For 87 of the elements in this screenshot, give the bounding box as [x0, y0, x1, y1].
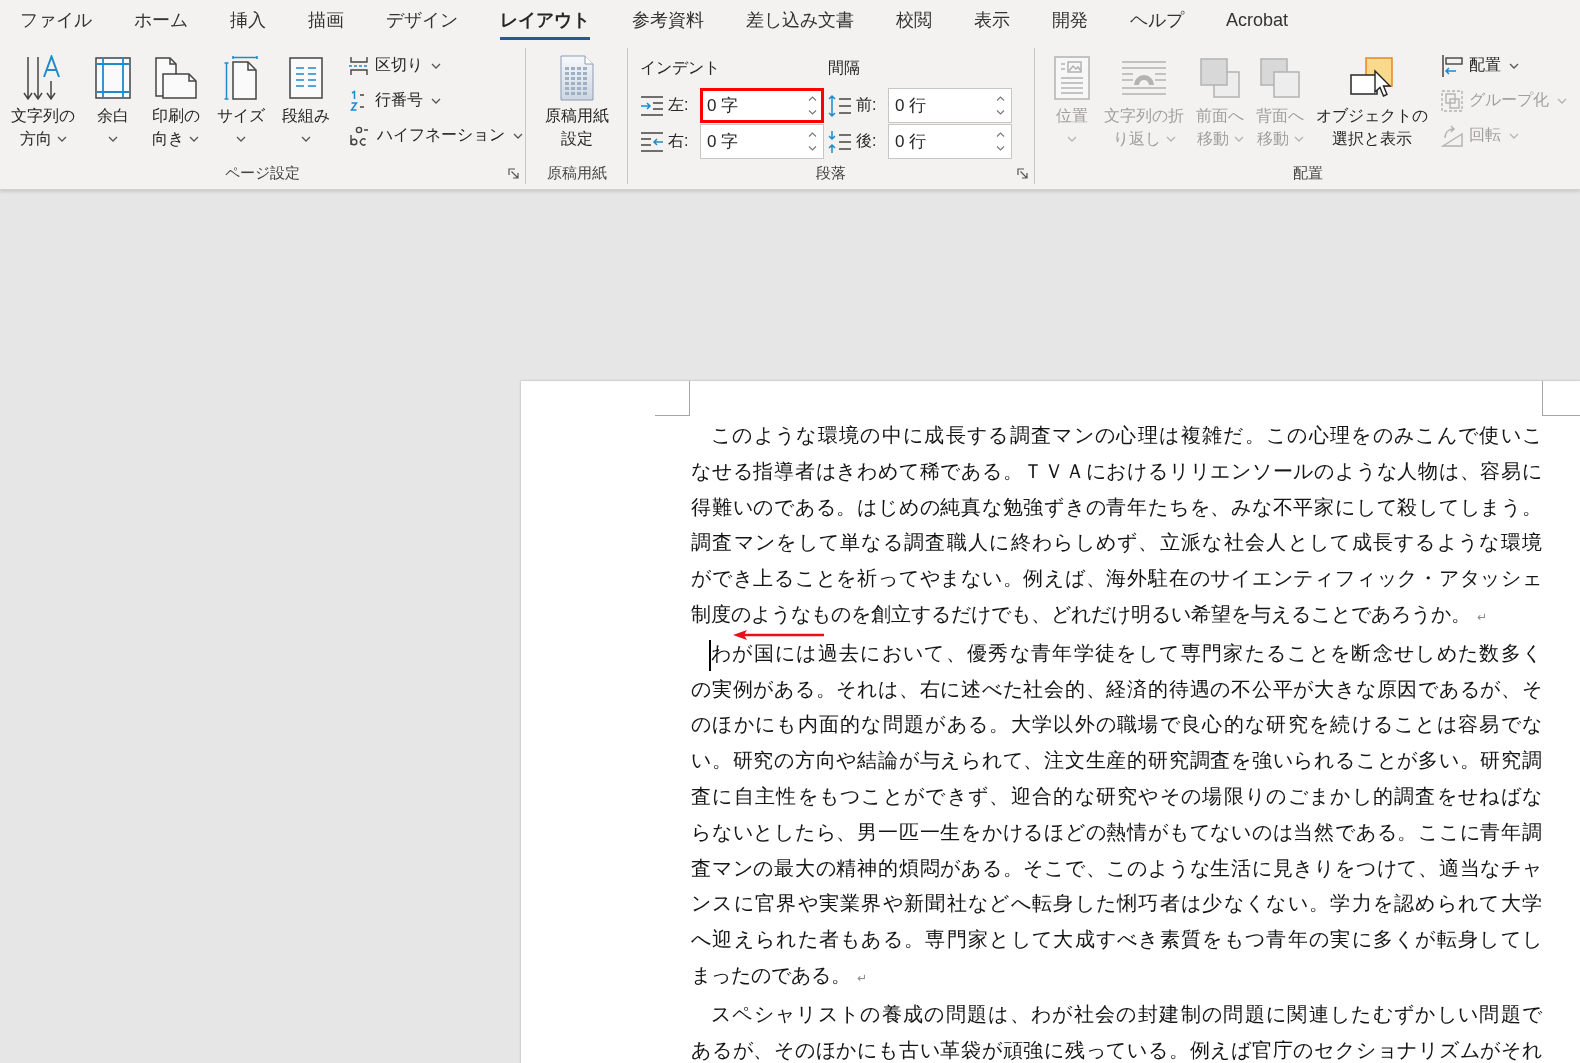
chevron-down-icon — [108, 135, 118, 142]
rotate-icon — [1441, 124, 1463, 147]
chevron-down-icon — [1509, 62, 1519, 69]
page-break-icon — [349, 55, 369, 76]
spin-up-icon[interactable] — [808, 96, 817, 101]
chevron-down-icon — [1233, 135, 1244, 142]
columns-icon — [288, 57, 323, 99]
text-wrap-icon — [1121, 60, 1167, 96]
chevron-down-icon — [431, 97, 441, 104]
ribbon-tab[interactable]: ホーム — [134, 0, 188, 40]
group-label: 原稿用紙 — [546, 163, 607, 183]
body-paragraph: わが国には過去において、優秀な青年学徒をして専門家たることを断念せしめた数多く の実例がある。それは、右に述べた社会的、経済的待遇の不公平が大きな原因であるが、そ のほかにも内面的な問題がある。大学以外の職場で良心的な研究を続けることは容易でな い。研究の方向や結論が与えられて、注文生産的研究調査を強いられることが多い。研究調 査に自主性をもつことができず、迎合的な研究やその場限りのごまかし的調査をせねばな らないとしたら、男一匹一生をかけるほどの熱情がもてないのは当然である。ここに青年調 査マンの最大の精神的煩悶がある。そこで、このような生活に見きりをつけて、適当なチャ ンスに官界や実業界や新聞社などへ転身した悧巧者は少なくない。学力を認められて大学 へ迎えられた者もある。専門家として大成すべき素質をもつ青年の実に多くが転身してし まったのである。 ↵ — [691, 639, 1542, 989]
ribbon-small-button[interactable]: ハイフネーション — [347, 118, 525, 153]
spacing-after-icon — [828, 129, 852, 154]
ribbon-tab[interactable]: 挿入 — [230, 0, 266, 40]
spin-down-icon[interactable] — [996, 146, 1005, 151]
chevron-down-icon — [513, 132, 523, 139]
ribbon-button[interactable]: オブジェクトの 選択と表示 — [1311, 48, 1433, 150]
bring-forward-icon — [1199, 57, 1241, 99]
ribbon-small-button[interactable]: 配置 — [1439, 48, 1569, 83]
field-label: 右: — [668, 131, 690, 151]
group-label: ページ設定 — [225, 163, 300, 183]
align-icon — [1441, 54, 1463, 77]
chevron-down-icon — [431, 62, 441, 69]
ribbon-button[interactable]: サイズ — [213, 48, 268, 150]
body-paragraph: このような環境の中に成長する調査マンの心理は複雑だ。この心理をのみこんで使いこ なせる指導者はきわめて稀である。ＴＶＡにおけるリリエンソールのような人物は、容易に 得難いのである。はじめの純真な勉強ずきの青年たちを、みな不平家にして殺してしまう。 調査マンをして単なる調査職人に終わらしめず、立派な社会人として成長するような環境 ができ上ることを祈ってやまない。例えば、海外駐在のサイエンティフィック・アタッシェ 制度のようなものを創立するだけでも、どれだけ明るい希望を与えることであろうか。 ↵ — [691, 422, 1542, 628]
section-heading: 間隔 — [828, 58, 861, 78]
group-label: 段落 — [816, 163, 846, 183]
position-icon — [1054, 56, 1090, 100]
dialog-launcher-icon[interactable] — [508, 167, 519, 179]
ribbon-tab[interactable]: ヘルプ — [1130, 0, 1184, 40]
margins-icon — [95, 57, 131, 99]
corner-mark — [655, 381, 690, 416]
spin-field[interactable]: 0 行 — [888, 88, 1012, 123]
ribbon-button[interactable]: 段組み — [278, 48, 333, 150]
chevron-down-icon — [56, 135, 67, 142]
corner-mark — [1542, 381, 1580, 416]
chevron-down-icon — [235, 135, 246, 142]
ribbon-tab[interactable]: 参考資料 — [632, 0, 704, 40]
ribbon-tab[interactable]: デザイン — [386, 0, 458, 40]
spin-down-icon[interactable] — [808, 110, 817, 115]
spacing-before-icon — [828, 93, 852, 118]
chevron-down-icon — [1067, 135, 1077, 142]
hyphenation-icon — [349, 124, 371, 147]
ribbon-tab[interactable]: 差し込み文書 — [746, 0, 854, 40]
ribbon-tab[interactable]: 表示 — [974, 0, 1010, 40]
page-size-icon — [223, 56, 258, 100]
send-backward-icon — [1259, 57, 1301, 99]
chevron-down-icon — [189, 135, 199, 142]
ribbon-tab[interactable]: 開発 — [1052, 0, 1088, 40]
ribbon-button[interactable]: 余白 — [88, 48, 138, 150]
ribbon-small-button[interactable]: 行番号 — [347, 83, 525, 118]
field-label: 前: — [856, 95, 878, 115]
chevron-down-icon — [1557, 97, 1567, 104]
spin-down-icon[interactable] — [996, 110, 1005, 115]
spin-up-icon[interactable] — [808, 132, 817, 137]
spin-field[interactable]: 0 字 — [700, 124, 824, 159]
chevron-down-icon — [1509, 132, 1519, 139]
ribbon-tab[interactable]: 校閲 — [896, 0, 932, 40]
page-orientation-icon — [153, 56, 198, 100]
ribbon-button[interactable]: 原稿用紙 設定 — [539, 48, 614, 150]
spin-up-icon[interactable] — [996, 96, 1005, 101]
section-heading: インデント — [640, 58, 721, 78]
spin-field[interactable]: 0 行 — [888, 124, 1012, 159]
spin-up-icon[interactable] — [996, 132, 1005, 137]
field-label: 後: — [856, 131, 878, 151]
ribbon-small-button[interactable]: 区切り — [347, 48, 525, 83]
chevron-down-icon — [300, 135, 311, 142]
text-direction-icon — [23, 55, 63, 101]
indent-left-icon — [640, 93, 664, 118]
ribbon-button[interactable]: 印刷の 向き — [148, 48, 203, 150]
indent-right-icon — [640, 129, 664, 154]
chevron-down-icon — [1293, 135, 1304, 142]
ribbon-tab[interactable]: ファイル — [20, 0, 92, 40]
ribbon-tab[interactable]: Acrobat — [1226, 0, 1289, 40]
dialog-launcher-icon[interactable] — [1017, 167, 1028, 179]
chevron-down-icon — [1165, 135, 1176, 142]
spin-down-icon[interactable] — [808, 146, 817, 151]
body-paragraph: スペシャリストの養成の問題は、わが社会の封建制の問題に関連したむずかしい問題で あるが、そのほかにも古い革袋が頑強に残っている。例えば官庁のセクショナリズムがそれ — [691, 1000, 1542, 1063]
ribbon-tab[interactable]: 描画 — [308, 0, 344, 40]
manuscript-paper-icon — [558, 54, 595, 102]
selection-pane-icon — [1350, 57, 1394, 99]
ribbon-button[interactable]: 文字列の 方向 — [8, 48, 78, 150]
spin-field[interactable]: 0 字 — [700, 88, 824, 123]
group-objects-icon — [1441, 89, 1463, 112]
field-label: 左: — [668, 95, 690, 115]
group-label: 配置 — [1292, 163, 1323, 183]
